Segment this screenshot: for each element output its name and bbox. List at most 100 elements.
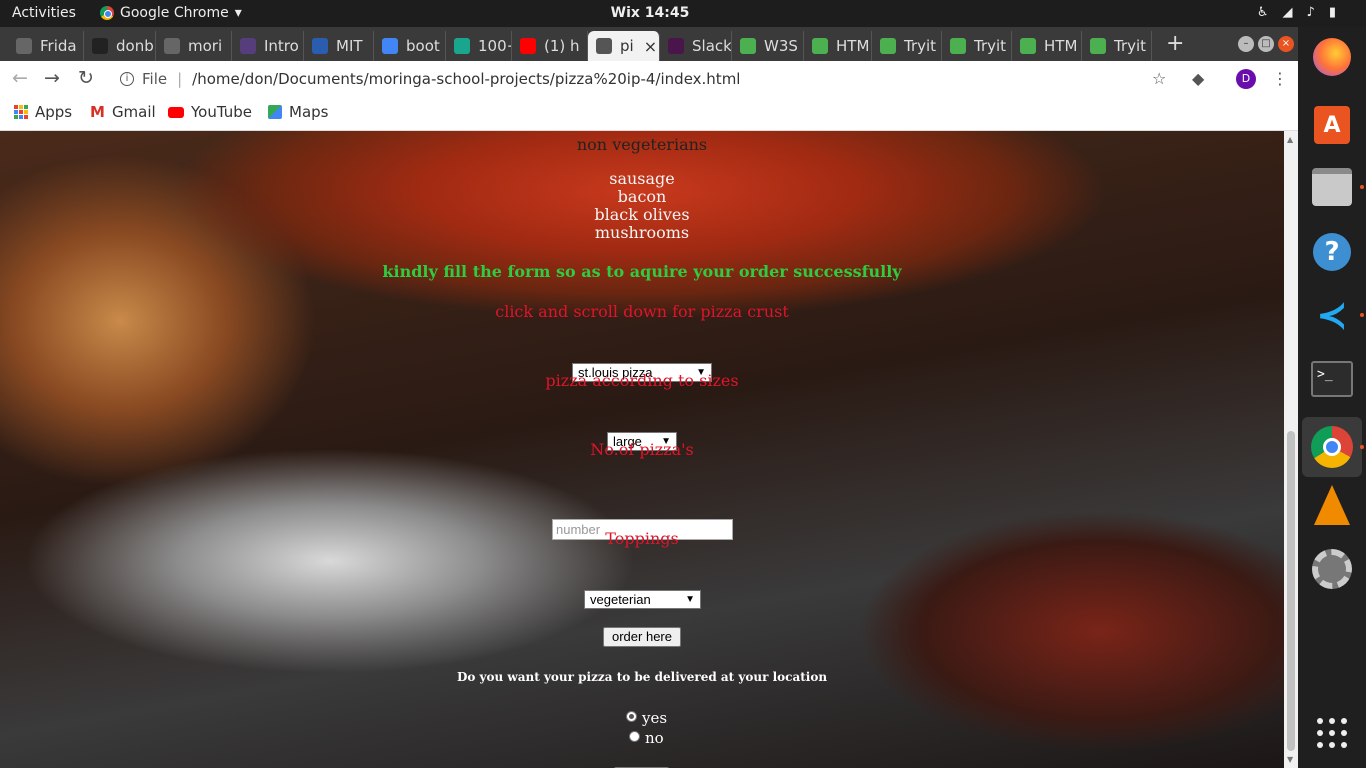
minimize-icon[interactable]: – xyxy=(1238,36,1254,52)
tab-15[interactable]: Tryit xyxy=(1082,31,1152,61)
scroll-up-icon[interactable]: ▲ xyxy=(1287,135,1293,144)
tab-label: mori xyxy=(188,37,223,55)
url-text[interactable]: /home/don/Documents/moringa-school-proje… xyxy=(192,70,740,88)
bookmark-maps[interactable]: Maps xyxy=(268,103,328,121)
accessibility-icon[interactable]: ♿ xyxy=(1257,5,1269,20)
tab-label: W3S xyxy=(764,37,798,55)
count-label: No.of pizza's xyxy=(590,440,694,459)
reload-icon[interactable]: ↻ xyxy=(78,67,94,89)
settings-icon[interactable] xyxy=(1310,547,1354,591)
tab-7[interactable]: (1) h xyxy=(512,31,588,61)
tab-label: Slack xyxy=(692,37,732,55)
firefox-icon[interactable] xyxy=(1310,35,1354,79)
software-center-icon[interactable]: A xyxy=(1310,103,1354,147)
tab-11[interactable]: HTM xyxy=(804,31,872,61)
tab-strip: Frida donb mori Intro MIT boot 100+ (1) h pi × Sla… xyxy=(0,27,1298,61)
w3schools-icon xyxy=(950,38,966,54)
clock[interactable]: Wix 14:45 xyxy=(0,5,1300,21)
tab-label: pi xyxy=(620,37,634,55)
show-apps-icon[interactable] xyxy=(1310,711,1354,755)
avatar[interactable]: D xyxy=(1236,69,1256,89)
topping-item: sausage xyxy=(609,169,675,188)
files-icon[interactable] xyxy=(1310,165,1354,209)
close-tab-icon[interactable]: × xyxy=(644,37,657,56)
vlc-icon[interactable] xyxy=(1310,483,1354,527)
bookmarks-bar: Apps M Gmail YouTube Maps xyxy=(0,97,1298,131)
tab-icon xyxy=(454,38,470,54)
chrome-window: Frida donb mori Intro MIT boot 100+ (1) h pi × Sla… xyxy=(0,27,1298,768)
tab-4[interactable]: MIT xyxy=(304,31,374,61)
chrome-icon[interactable] xyxy=(1302,417,1362,477)
tab-6[interactable]: 100+ xyxy=(446,31,512,61)
address-bar[interactable]: i File | /home/don/Documents/moringa-sch… xyxy=(108,66,1178,92)
toppings-select[interactable]: vegeterian ▼ xyxy=(584,590,701,609)
extension-icon[interactable]: ◆ xyxy=(1192,69,1204,88)
slack-icon xyxy=(668,38,684,54)
bookmark-youtube[interactable]: YouTube xyxy=(168,103,252,121)
size-label: pizza according to sizes xyxy=(545,371,739,390)
close-icon[interactable]: × xyxy=(1278,36,1294,52)
tab-14[interactable]: HTM xyxy=(1012,31,1082,61)
scroll-down-icon[interactable]: ▼ xyxy=(1287,755,1293,764)
menu-icon[interactable]: ⋮ xyxy=(1272,69,1288,88)
tab-13[interactable]: Tryit xyxy=(942,31,1012,61)
delivery-no-radio[interactable] xyxy=(629,731,640,742)
bookmark-star-icon[interactable]: ☆ xyxy=(1152,69,1166,88)
back-icon[interactable]: ← xyxy=(12,67,28,89)
w3schools-icon xyxy=(740,38,756,54)
tab-label: HTM xyxy=(1044,37,1078,55)
tab-9[interactable]: Slack xyxy=(660,31,732,61)
browser-toolbar: ← → ↻ i File | /home/don/Documents/morin… xyxy=(0,61,1298,97)
tab-2[interactable]: mori xyxy=(156,31,232,61)
volume-icon[interactable]: ♪ xyxy=(1307,5,1315,20)
order-button[interactable]: order here xyxy=(603,627,681,647)
bookmark-gmail[interactable]: M Gmail xyxy=(90,103,156,121)
forward-icon[interactable]: → xyxy=(44,67,60,89)
tab-8[interactable]: pi × xyxy=(588,31,660,61)
tab-10[interactable]: W3S xyxy=(732,31,804,61)
bookmark-label: YouTube xyxy=(191,103,252,121)
info-icon[interactable]: i xyxy=(120,72,134,86)
maximize-icon[interactable]: □ xyxy=(1258,36,1274,52)
topping-item: bacon xyxy=(617,187,667,206)
tab-icon xyxy=(16,38,32,54)
tab-0[interactable]: Frida xyxy=(8,31,84,61)
file-scheme-label: File xyxy=(142,70,168,88)
tab-12[interactable]: Tryit xyxy=(872,31,942,61)
bookmark-label: Apps xyxy=(35,103,73,121)
tab-label: Intro xyxy=(264,37,299,55)
battery-icon[interactable]: ▮ xyxy=(1329,5,1336,20)
scrollbar-thumb[interactable] xyxy=(1287,431,1295,751)
new-tab-button[interactable]: + xyxy=(1166,31,1184,56)
bookmark-label: Gmail xyxy=(111,103,156,121)
tab-label: Tryit xyxy=(1114,37,1147,55)
tab-5[interactable]: boot xyxy=(374,31,446,61)
vscode-icon[interactable]: ≺ xyxy=(1310,293,1354,337)
tab-label: 100+ xyxy=(478,37,511,55)
tab-label: (1) h xyxy=(544,37,580,55)
maps-icon xyxy=(268,105,282,119)
toppings-select-value: vegeterian xyxy=(590,592,651,607)
terminal-icon[interactable]: >_ xyxy=(1310,357,1354,401)
bookmark-label: Maps xyxy=(289,103,329,121)
network-icon[interactable]: ◢ xyxy=(1283,5,1293,20)
w3schools-icon xyxy=(1090,38,1106,54)
github-icon xyxy=(92,38,108,54)
topping-item: mushrooms xyxy=(594,223,690,242)
tab-label: boot xyxy=(406,37,440,55)
tab-1[interactable]: donb xyxy=(84,31,156,61)
delivery-yes-label: yes xyxy=(642,709,668,727)
tab-label: HTM xyxy=(836,37,870,55)
help-icon[interactable]: ? xyxy=(1310,230,1354,274)
delivery-yes-radio[interactable] xyxy=(626,711,637,722)
page-scrollbar[interactable]: ▲ ▼ xyxy=(1284,131,1298,768)
chevron-down-icon: ▼ xyxy=(685,594,695,605)
tab-label: Tryit xyxy=(904,37,937,55)
system-tray[interactable]: ♿ ◢ ♪ ▮ xyxy=(1257,5,1336,20)
w3schools-icon xyxy=(1020,38,1036,54)
crust-label: click and scroll down for pizza crust xyxy=(495,302,789,321)
delivery-no-label: no xyxy=(645,729,664,747)
w3schools-icon xyxy=(880,38,896,54)
tab-3[interactable]: Intro xyxy=(232,31,304,61)
bookmark-apps[interactable]: Apps xyxy=(14,103,72,121)
